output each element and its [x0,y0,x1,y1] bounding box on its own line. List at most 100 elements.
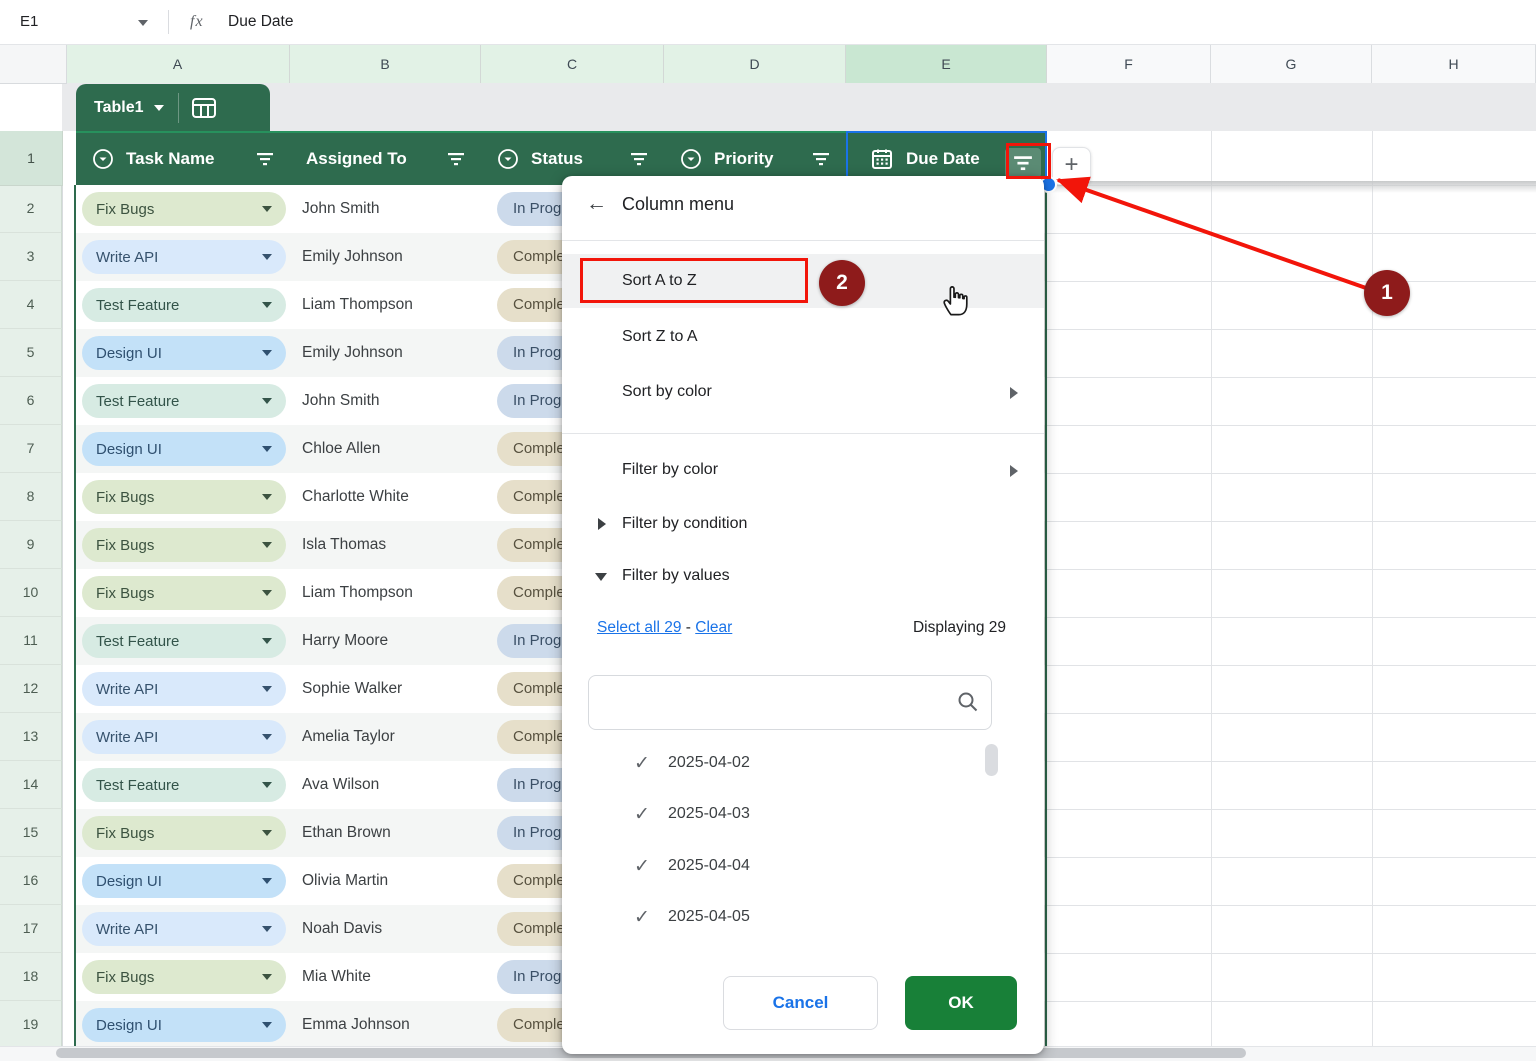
assignee-cell[interactable]: John Smith [302,377,380,425]
task-name-dropdown-chip[interactable]: Design UI [82,432,286,466]
task-name-dropdown-chip[interactable]: Fix Bugs [82,528,286,562]
column-header-a[interactable]: A [66,44,290,83]
filter-value-label: 2025-04-03 [668,805,750,823]
menu-item-filter-by-values[interactable]: Filter by values [562,553,1044,599]
filter-search-input[interactable] [588,675,992,730]
header-cell-task-name[interactable]: Task Name [76,133,290,185]
task-name-dropdown-chip[interactable]: Write API [82,240,286,274]
column-header-h[interactable]: H [1372,44,1536,83]
filter-icon[interactable] [447,153,465,166]
table-name-chip[interactable]: Table1 [76,84,270,131]
assignee-cell[interactable]: Olivia Martin [302,857,388,905]
row-number[interactable]: 19 [0,1001,62,1049]
assignee-cell[interactable]: John Smith [302,185,380,233]
task-name-dropdown-chip[interactable]: Fix Bugs [82,192,286,226]
filter-icon[interactable] [812,153,830,166]
assignee-cell[interactable]: Chloe Allen [302,425,380,473]
table-grid-icon[interactable] [191,96,217,120]
task-name-dropdown-chip[interactable]: Test Feature [82,384,286,418]
select-all-link[interactable]: Select all 29 [597,619,681,636]
back-arrow-icon[interactable]: ← [586,192,616,216]
task-name-label: Fix Bugs [96,825,154,842]
row-number[interactable]: 12 [0,665,62,713]
filter-icon[interactable] [256,153,274,166]
row-number[interactable]: 15 [0,809,62,857]
assignee-cell[interactable]: Ava Wilson [302,761,379,809]
task-name-dropdown-chip[interactable]: Write API [82,720,286,754]
filter-value-item[interactable]: ✓ 2025-04-03 [562,789,1002,839]
task-name-dropdown-chip[interactable]: Fix Bugs [82,960,286,994]
task-name-dropdown-chip[interactable]: Test Feature [82,624,286,658]
row-header-1[interactable]: 1 [0,131,63,186]
row-number[interactable]: 14 [0,761,62,809]
cell-name-box[interactable]: E1 [20,0,38,44]
assignee-cell[interactable]: Emily Johnson [302,233,403,281]
header-cell-assigned-to[interactable]: Assigned To [290,133,481,185]
assignee-cell[interactable]: Liam Thompson [302,569,413,617]
column-header-d[interactable]: D [664,44,846,83]
row-number[interactable]: 13 [0,713,62,761]
row-number[interactable]: 2 [0,185,62,233]
row-number[interactable]: 4 [0,281,62,329]
task-name-dropdown-chip[interactable]: Fix Bugs [82,480,286,514]
task-name-dropdown-chip[interactable]: Design UI [82,1008,286,1042]
assignee-cell[interactable]: Liam Thompson [302,281,413,329]
row-number[interactable]: 10 [0,569,62,617]
assignee-cell[interactable]: Harry Moore [302,617,388,665]
chevron-down-icon [262,782,272,788]
column-header-g[interactable]: G [1211,44,1372,83]
row-number[interactable]: 3 [0,233,62,281]
name-box-dropdown-icon[interactable] [138,20,148,26]
sheet-corner-select-all[interactable] [0,44,67,84]
chevron-down-icon[interactable] [154,105,164,111]
check-icon: ✓ [634,803,668,826]
task-name-dropdown-chip[interactable]: Fix Bugs [82,576,286,610]
task-name-dropdown-chip[interactable]: Test Feature [82,768,286,802]
formula-input[interactable]: Due Date [228,0,293,44]
assignee-cell[interactable]: Emily Johnson [302,329,403,377]
assignee-cell[interactable]: Sophie Walker [302,665,402,713]
column-header-f[interactable]: F [1047,44,1211,83]
column-header-b[interactable]: B [290,44,481,83]
row-number[interactable]: 9 [0,521,62,569]
task-name-dropdown-chip[interactable]: Design UI [82,336,286,370]
row-number[interactable]: 16 [0,857,62,905]
column-header-c[interactable]: C [481,44,664,83]
add-column-button[interactable]: + [1052,147,1091,185]
assignee-cell[interactable]: Mia White [302,953,371,1001]
column-header-e[interactable]: E [846,44,1047,83]
ok-button[interactable]: OK [905,976,1017,1030]
menu-item-filter-by-color[interactable]: Filter by color [562,447,1044,493]
filter-value-item[interactable]: ✓ 2025-04-04 [562,841,1002,891]
row-number[interactable]: 18 [0,953,62,1001]
menu-item-filter-by-condition[interactable]: Filter by condition [562,501,1044,547]
filter-value-item[interactable]: ✓ 2025-04-05 [562,892,1002,942]
assignee-cell[interactable]: Noah Davis [302,905,382,953]
menu-item-label: Filter by values [622,567,730,584]
row-number[interactable]: 8 [0,473,62,521]
task-name-dropdown-chip[interactable]: Test Feature [82,288,286,322]
task-name-dropdown-chip[interactable]: Write API [82,672,286,706]
task-name-dropdown-chip[interactable]: Fix Bugs [82,816,286,850]
row-number[interactable]: 6 [0,377,62,425]
assignee-cell[interactable]: Amelia Taylor [302,713,395,761]
submenu-arrow-icon [1010,387,1018,399]
assignee-cell[interactable]: Isla Thomas [302,521,386,569]
value-list-scrollbar[interactable] [985,744,998,776]
assignee-cell[interactable]: Charlotte White [302,473,409,521]
chevron-down-icon [262,878,272,884]
row-number[interactable]: 11 [0,617,62,665]
task-name-label: Write API [96,681,158,698]
filter-icon[interactable] [630,153,648,166]
task-name-dropdown-chip[interactable]: Design UI [82,864,286,898]
task-name-dropdown-chip[interactable]: Write API [82,912,286,946]
cancel-button[interactable]: Cancel [723,976,878,1030]
row-number[interactable]: 17 [0,905,62,953]
menu-item-sort-by-color[interactable]: Sort by color [562,369,1044,415]
row-number[interactable]: 7 [0,425,62,473]
assignee-cell[interactable]: Ethan Brown [302,809,391,857]
row-number[interactable]: 5 [0,329,62,377]
filter-value-item[interactable]: ✓ 2025-04-02 [562,738,1002,788]
clear-link[interactable]: Clear [695,619,732,636]
assignee-cell[interactable]: Emma Johnson [302,1001,410,1049]
